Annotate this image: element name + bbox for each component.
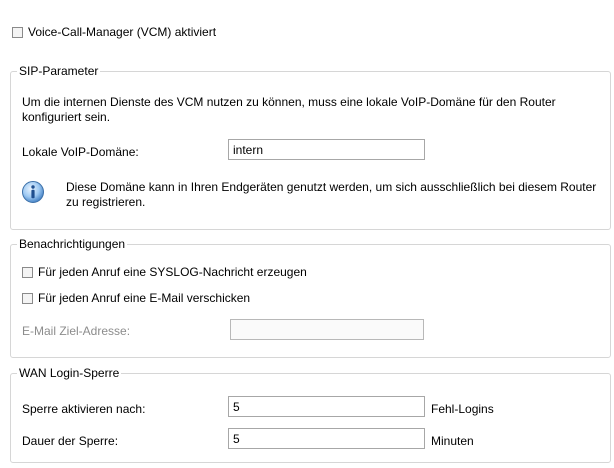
lock-duration-unit: Minuten (431, 434, 474, 448)
info-icon (22, 181, 44, 203)
syslog-checkbox-label[interactable]: Für jeden Anruf eine SYSLOG-Nachricht er… (38, 265, 307, 279)
vcm-checkbox-label[interactable]: Voice-Call-Manager (VCM) aktiviert (28, 25, 216, 39)
email-checkbox[interactable] (22, 293, 33, 304)
lock-after-label: Sperre aktivieren nach: (22, 402, 146, 416)
sip-parameter-legend: SIP-Parameter (17, 64, 101, 78)
lock-after-input[interactable] (228, 396, 425, 417)
email-target-label: E-Mail Ziel-Adresse: (22, 324, 131, 338)
sip-info-text: Diese Domäne kann in Ihren Endgeräten ge… (66, 180, 597, 209)
email-target-input[interactable] (230, 319, 424, 340)
syslog-checkbox[interactable] (22, 267, 33, 278)
email-checkbox-label[interactable]: Für jeden Anruf eine E-Mail verschicken (38, 291, 250, 305)
local-voip-domain-label: Lokale VoIP-Domäne: (22, 145, 139, 159)
local-voip-domain-input[interactable] (228, 139, 425, 160)
wan-login-lock-legend: WAN Login-Sperre (17, 366, 122, 380)
lock-duration-label: Dauer der Sperre: (22, 434, 119, 448)
notifications-legend: Benachrichtigungen (17, 237, 128, 251)
wan-login-lock-group (10, 373, 611, 463)
lock-after-unit: Fehl-Logins (431, 402, 494, 416)
vcm-checkbox[interactable] (12, 27, 23, 38)
lock-duration-input[interactable] (228, 428, 425, 449)
sip-description: Um die internen Dienste des VCM nutzen z… (22, 95, 556, 124)
